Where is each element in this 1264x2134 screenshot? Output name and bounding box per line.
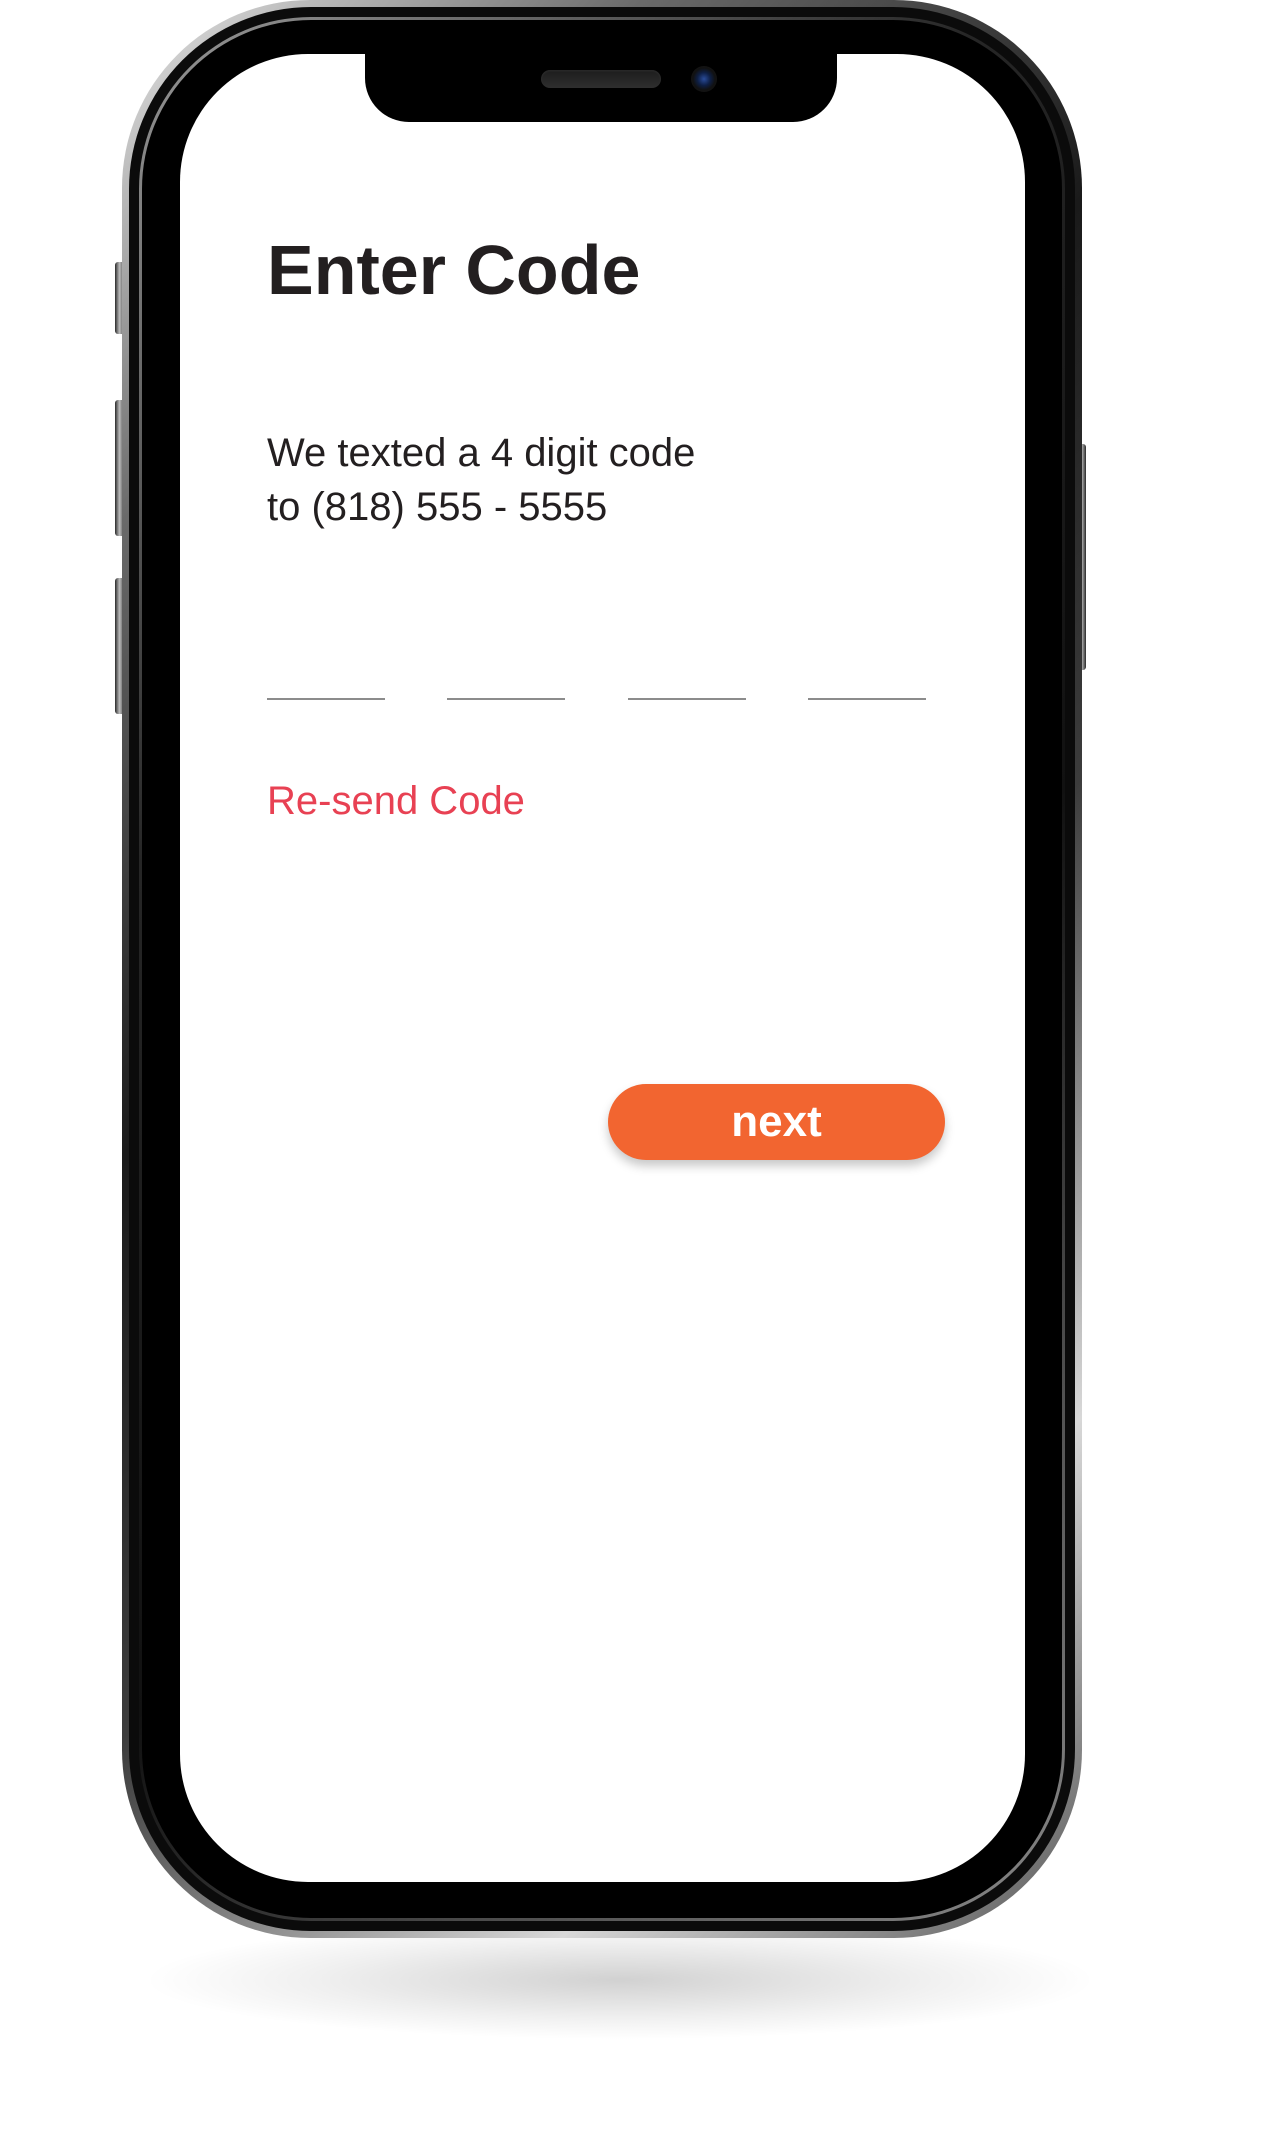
code-digit-4-input[interactable]: [808, 658, 926, 700]
code-sent-message: We texted a 4 digit code to (818) 555 - …: [267, 426, 695, 534]
resend-code-link[interactable]: Re-send Code: [267, 776, 525, 826]
phone-band: Enter Code We texted a 4 digit code to (…: [129, 7, 1075, 1931]
earpiece-speaker-icon: [541, 70, 661, 88]
next-button[interactable]: next: [608, 1084, 945, 1160]
code-sent-message-line-1: We texted a 4 digit code: [267, 431, 696, 475]
page-title: Enter Code: [267, 231, 641, 309]
code-sent-message-line-2: to (818) 555 - 5555: [267, 485, 608, 529]
phone-frame: Enter Code We texted a 4 digit code to (…: [122, 0, 1082, 1938]
code-digit-2-input[interactable]: [447, 658, 565, 700]
phone-bezel: Enter Code We texted a 4 digit code to (…: [142, 20, 1062, 1918]
phone-ring: Enter Code We texted a 4 digit code to (…: [139, 17, 1065, 1921]
code-digit-1-input[interactable]: [267, 658, 385, 700]
code-digit-3-input[interactable]: [628, 658, 746, 700]
notch: [365, 54, 837, 122]
device-floor-shadow: [140, 1920, 1100, 2040]
app-screen: Enter Code We texted a 4 digit code to (…: [180, 54, 1025, 1882]
front-camera-icon: [691, 66, 717, 92]
